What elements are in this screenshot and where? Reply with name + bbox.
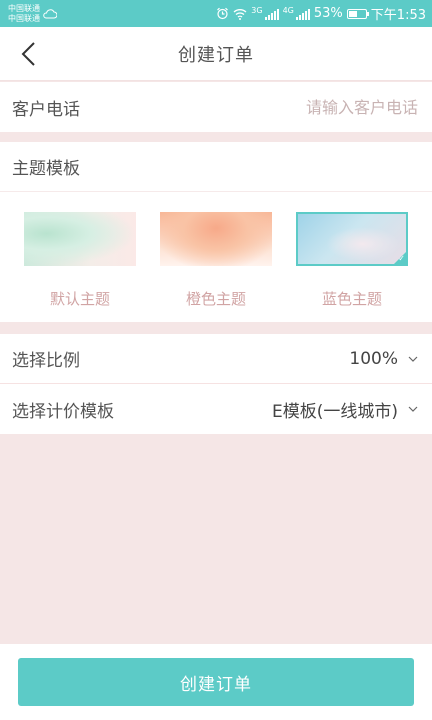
status-bar: 中国联通 中国联通 3G 4G 53% 下午1:53 <box>0 0 432 27</box>
alarm-icon <box>217 7 229 20</box>
page-title: 创建订单 <box>178 44 254 66</box>
ratio-select[interactable]: 100% <box>349 349 418 369</box>
carrier-names: 中国联通 中国联通 <box>8 4 40 24</box>
pricing-template-label: 选择计价模板 <box>12 401 114 422</box>
theme-thumbnail-default[interactable] <box>24 212 136 266</box>
create-order-button[interactable]: 创建订单 <box>18 658 414 706</box>
theme-label-default: 默认主题 <box>49 290 110 308</box>
theme-list: 默认主题 橙色主题 ✓ 蓝色主题 <box>0 192 432 309</box>
network-type-2: 4G <box>282 6 294 15</box>
pricing-template-value: E模板(一线城市) <box>271 401 398 422</box>
back-arrow-icon[interactable] <box>18 41 42 67</box>
page-header: 创建订单 <box>0 27 432 81</box>
checkmark-icon: ✓ <box>398 254 405 263</box>
chevron-down-icon <box>408 406 418 412</box>
wifi-icon <box>233 8 247 20</box>
pricing-template-row[interactable]: 选择计价模板 E模板(一线城市) <box>0 384 432 434</box>
battery-percent: 53% <box>313 6 343 21</box>
ratio-select-row[interactable]: 选择比例 100% <box>0 334 432 384</box>
theme-template-header: 主题模板 <box>0 142 432 192</box>
theme-label-orange: 橙色主题 <box>185 290 246 308</box>
battery-icon <box>346 8 369 19</box>
theme-thumbnail-blue[interactable]: ✓ <box>296 212 408 266</box>
carrier-block: 中国联通 中国联通 <box>8 4 57 24</box>
carrier-2: 中国联通 <box>8 13 40 23</box>
network-type-1: 3G <box>251 6 263 15</box>
status-icons: 3G 4G 53% 下午1:53 <box>216 4 426 23</box>
theme-template-section: 主题模板 默认主题 橙色主题 ✓ 蓝色主题 <box>0 142 432 322</box>
hd-cloud-icon <box>43 8 57 18</box>
customer-phone-input[interactable] <box>218 97 418 117</box>
signal-icon-1 <box>264 8 279 20</box>
signal-icon-2 <box>295 8 310 20</box>
theme-option-blue[interactable]: ✓ 蓝色主题 <box>296 212 408 309</box>
carrier-1: 中国联通 <box>8 3 40 13</box>
ratio-label: 选择比例 <box>12 351 80 371</box>
customer-phone-label: 客户电话 <box>12 99 80 120</box>
theme-template-label: 主题模板 <box>12 159 80 179</box>
battery-fill <box>348 10 357 17</box>
ratio-value: 100% <box>349 348 398 369</box>
customer-phone-row: 客户电话 <box>0 82 432 132</box>
theme-thumbnail-orange[interactable] <box>160 212 272 266</box>
theme-label-blue: 蓝色主题 <box>321 290 382 308</box>
clock: 下午1:53 <box>370 8 426 23</box>
chevron-down-icon <box>408 356 418 362</box>
theme-option-orange[interactable]: 橙色主题 <box>160 212 272 309</box>
pricing-template-select[interactable]: E模板(一线城市) <box>272 397 418 422</box>
bottom-bar: 创建订单 <box>0 644 432 720</box>
theme-option-default[interactable]: 默认主题 <box>24 212 136 309</box>
